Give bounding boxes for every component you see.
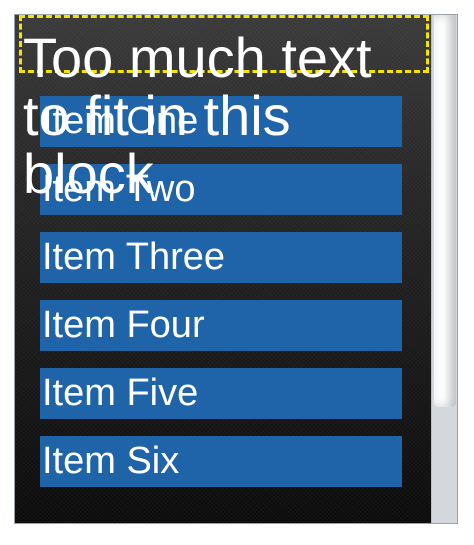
overflowing-header-text: Too much text to fit in this block — [23, 26, 372, 205]
list-item-four[interactable]: Item Four — [40, 300, 402, 351]
vertical-scrollbar[interactable] — [431, 15, 457, 523]
list-item-five[interactable]: Item Five — [40, 368, 402, 419]
list-item-six[interactable]: Item Six — [40, 436, 402, 487]
scrollbar-thumb[interactable] — [434, 15, 456, 407]
window-frame: Too much text to fit in this block Item … — [14, 14, 458, 524]
dark-panel: Too much text to fit in this block Item … — [15, 15, 431, 523]
list-item-three[interactable]: Item Three — [40, 232, 402, 283]
